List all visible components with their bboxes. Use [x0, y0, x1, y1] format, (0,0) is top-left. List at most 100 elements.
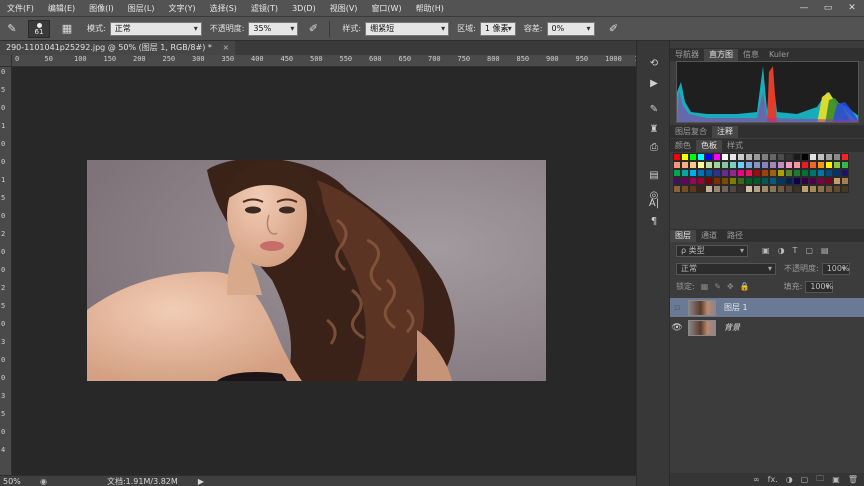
brush-preset-picker[interactable]: 61 — [28, 19, 50, 38]
color-swatch[interactable] — [721, 169, 729, 177]
color-swatch[interactable] — [753, 161, 761, 169]
color-swatch[interactable] — [825, 161, 833, 169]
color-swatch[interactable] — [817, 177, 825, 185]
layer-opacity-field[interactable]: 100% — [821, 262, 850, 275]
eye-icon[interactable]: 👁 — [670, 323, 684, 333]
color-swatch[interactable] — [681, 161, 689, 169]
color-swatch[interactable] — [809, 161, 817, 169]
color-swatch[interactable] — [713, 185, 721, 193]
menu-3d[interactable]: 3D(D) — [285, 4, 323, 13]
color-swatch[interactable] — [801, 161, 809, 169]
layer-name[interactable]: 图层 1 — [724, 302, 748, 313]
tab-info[interactable]: 信息 — [738, 49, 764, 61]
color-swatch[interactable] — [721, 185, 729, 193]
color-swatch[interactable] — [825, 177, 833, 185]
tab-channels[interactable]: 通道 — [696, 230, 722, 242]
color-swatch[interactable] — [713, 169, 721, 177]
color-swatch[interactable] — [697, 161, 705, 169]
color-swatch[interactable] — [705, 177, 713, 185]
area-field[interactable]: 1 像素 — [479, 21, 516, 36]
color-swatch[interactable] — [769, 169, 777, 177]
color-swatch[interactable] — [817, 161, 825, 169]
paragraph-panel-icon[interactable]: ¶ — [646, 215, 662, 229]
layer-filter-select[interactable]: ρ 类型 — [676, 244, 748, 257]
color-swatch[interactable] — [753, 169, 761, 177]
color-swatch[interactable] — [673, 169, 681, 177]
menu-type[interactable]: 文字(Y) — [161, 3, 202, 14]
color-swatch[interactable] — [689, 185, 697, 193]
lock-transparency-icon[interactable]: ▦ — [701, 282, 709, 291]
filter-adjust-icon[interactable]: ◑ — [778, 246, 785, 255]
trash-icon[interactable]: 🗑 — [848, 475, 858, 484]
filter-type-icon[interactable]: T — [793, 246, 798, 255]
color-swatch[interactable] — [697, 185, 705, 193]
color-swatch[interactable] — [737, 153, 745, 161]
layer-style-icon[interactable]: fx. — [768, 475, 778, 484]
color-swatch[interactable] — [833, 185, 841, 193]
color-swatch[interactable] — [689, 161, 697, 169]
color-swatch[interactable] — [689, 177, 697, 185]
color-swatch[interactable] — [785, 185, 793, 193]
color-swatch[interactable] — [817, 185, 825, 193]
layer-mask-icon[interactable]: ▢ — [801, 475, 809, 484]
minimize-button[interactable]: — — [792, 0, 816, 17]
color-swatch[interactable] — [761, 153, 769, 161]
color-swatch[interactable] — [713, 161, 721, 169]
color-swatch[interactable] — [729, 161, 737, 169]
color-swatch[interactable] — [841, 185, 849, 193]
color-swatch[interactable] — [833, 177, 841, 185]
color-swatch[interactable] — [745, 185, 753, 193]
tab-swatches[interactable]: 色板 — [696, 140, 722, 152]
color-swatch[interactable] — [761, 185, 769, 193]
color-swatch[interactable] — [809, 177, 817, 185]
layer-visibility-toggle[interactable]: ▫ — [670, 303, 684, 313]
color-swatch[interactable] — [793, 169, 801, 177]
color-swatch[interactable] — [841, 153, 849, 161]
lock-all-icon[interactable]: 🔒 — [740, 282, 750, 291]
menu-help[interactable]: 帮助(H) — [409, 3, 451, 14]
color-swatch[interactable] — [729, 153, 737, 161]
brush-panel-icon[interactable]: ✎ — [646, 103, 662, 117]
menu-select[interactable]: 选择(S) — [203, 3, 244, 14]
color-swatch[interactable] — [681, 153, 689, 161]
color-swatch[interactable] — [673, 161, 681, 169]
close-document-icon[interactable]: × — [222, 43, 229, 52]
color-swatch[interactable] — [745, 153, 753, 161]
menu-file[interactable]: 文件(F) — [0, 3, 41, 14]
tab-styles[interactable]: 样式 — [722, 140, 748, 152]
color-swatch[interactable] — [801, 185, 809, 193]
color-swatch[interactable] — [681, 177, 689, 185]
color-swatch[interactable] — [737, 185, 745, 193]
menu-view[interactable]: 视图(V) — [323, 3, 365, 14]
color-swatch[interactable] — [689, 153, 697, 161]
color-swatch[interactable] — [673, 153, 681, 161]
history-brush-tool-icon[interactable]: ✎ — [3, 20, 21, 38]
color-swatch[interactable] — [753, 177, 761, 185]
color-swatch[interactable] — [697, 169, 705, 177]
color-swatch[interactable] — [777, 161, 785, 169]
color-swatch[interactable] — [817, 169, 825, 177]
opacity-field[interactable]: 35% — [248, 21, 299, 36]
color-swatch[interactable] — [793, 185, 801, 193]
color-swatch[interactable] — [793, 153, 801, 161]
color-swatch[interactable] — [841, 177, 849, 185]
color-swatch[interactable] — [793, 161, 801, 169]
color-swatch[interactable] — [817, 153, 825, 161]
color-swatch[interactable] — [705, 153, 713, 161]
color-swatch[interactable] — [785, 177, 793, 185]
color-swatch[interactable] — [745, 169, 753, 177]
menu-image[interactable]: 图像(I) — [82, 3, 121, 14]
maximize-button[interactable]: ▭ — [816, 0, 840, 17]
horizontal-ruler[interactable]: 0 50 100 150 200 250 300 350 400 450 500 550 600 650 7… — [12, 55, 636, 67]
color-swatch[interactable] — [729, 185, 737, 193]
tab-histogram[interactable]: 直方图 — [704, 49, 738, 61]
brush-panel-toggle-icon[interactable]: ▦ — [58, 20, 76, 38]
color-swatch[interactable] — [785, 169, 793, 177]
filter-shape-icon[interactable]: ▢ — [805, 246, 813, 255]
color-swatch[interactable] — [833, 161, 841, 169]
close-window-button[interactable]: ✕ — [840, 0, 864, 17]
color-swatch[interactable] — [721, 153, 729, 161]
swatch-grid[interactable] — [673, 153, 861, 193]
layer-row-layer1[interactable]: ▫ 图层 1 — [670, 298, 864, 317]
link-layers-icon[interactable]: ∞ — [753, 475, 760, 484]
